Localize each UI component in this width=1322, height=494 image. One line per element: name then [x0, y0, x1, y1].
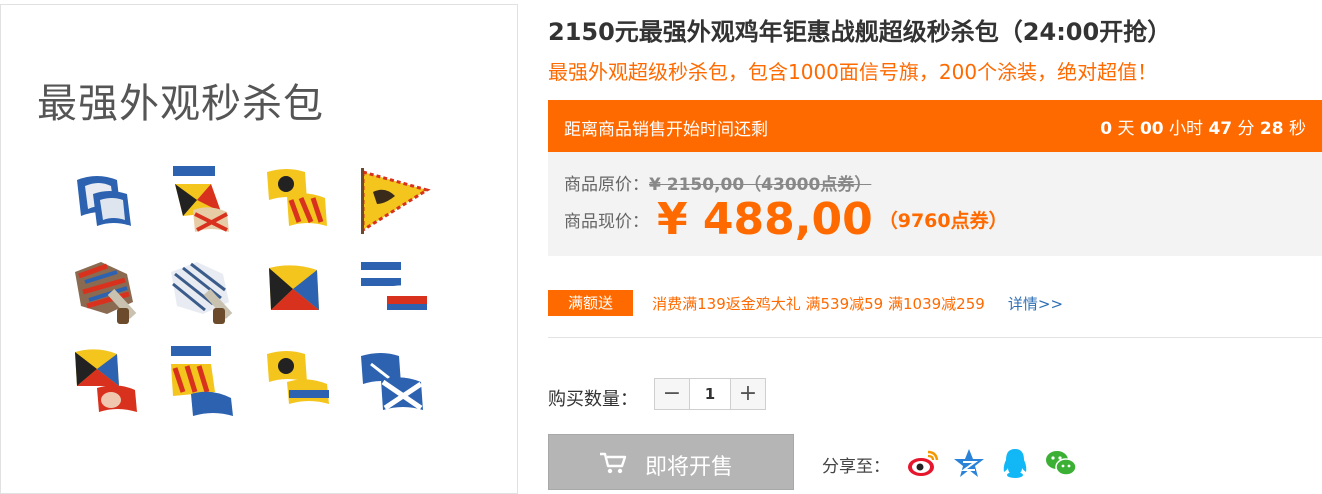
signal-flag-icon — [355, 160, 433, 238]
current-price-label: 商品现价： — [564, 212, 649, 232]
promo-detail-link[interactable]: 详情>> — [1008, 295, 1063, 313]
quantity-input[interactable] — [690, 379, 730, 409]
countdown-label: 距离商品销售开始时间还剩 — [564, 120, 768, 140]
countdown-bar: 距离商品销售开始时间还剩 0 天 00 小时 47 分 28 秒 — [548, 100, 1322, 152]
promo-text: 消费满139返金鸡大礼 满539减59 满1039减259 — [652, 294, 985, 313]
buy-button-label: 即将开售 — [645, 455, 734, 480]
countdown-minutes-unit: 分 — [1237, 119, 1255, 139]
original-price-label: 商品原价： — [564, 175, 649, 195]
signal-flag-icon — [67, 252, 145, 330]
product-image-panel: 最强外观秒杀包 — [0, 4, 518, 494]
signal-flag-icon — [163, 160, 241, 238]
signal-flag-icon — [259, 342, 337, 420]
countdown-seconds: 28 — [1259, 119, 1284, 139]
weibo-icon[interactable] — [906, 446, 940, 480]
product-image-title: 最强外观秒杀包 — [37, 81, 324, 127]
wechat-icon[interactable] — [1044, 446, 1078, 480]
divider — [548, 337, 1322, 338]
price-box: 商品原价：¥ 2150,00（43000点券） 商品现价： ¥ 488,00 （97… — [548, 152, 1322, 256]
promo-badge: 满额送 — [548, 290, 634, 316]
original-price-row: 商品原价：¥ 2150,00（43000点券） — [564, 170, 871, 195]
countdown-seconds-unit: 秒 — [1289, 119, 1306, 139]
signal-flag-icon — [355, 342, 433, 420]
qzone-icon[interactable] — [952, 446, 986, 480]
signal-flag-icon — [163, 252, 241, 330]
product-title: 2150元最强外观鸡年钜惠战舰超级秒杀包（24:00开抢） — [548, 18, 1172, 46]
quantity-stepper: − + — [654, 378, 766, 410]
quantity-increase-button[interactable]: + — [730, 379, 765, 409]
quantity-label: 购买数量： — [548, 389, 638, 410]
countdown-days-unit: 天 — [1117, 119, 1135, 139]
countdown-days: 0 — [1100, 119, 1113, 139]
original-price: ¥ 2150,00（43000点券） — [649, 175, 872, 195]
cart-icon — [600, 452, 627, 474]
signal-flag-icon — [355, 252, 433, 330]
current-price-points: （9760点券） — [878, 210, 1008, 232]
countdown-hours-unit: 小时 — [1169, 119, 1204, 139]
current-price: ¥ 488,00 — [657, 194, 873, 245]
share-label: 分享至： — [822, 457, 890, 477]
product-info-panel: 2150元最强外观鸡年钜惠战舰超级秒杀包（24:00开抢） 最强外观超级秒杀包，… — [548, 0, 1322, 494]
current-price-row: 商品现价： ¥ 488,00 （9760点券） — [564, 194, 1008, 245]
signal-flag-icon — [67, 160, 145, 238]
countdown-hours: 00 — [1139, 119, 1164, 139]
signal-flag-icon — [67, 342, 145, 420]
buy-button[interactable]: 即将开售 — [548, 434, 794, 490]
signal-flag-icon — [163, 342, 241, 420]
countdown-minutes: 47 — [1208, 119, 1233, 139]
signal-flag-icon — [259, 252, 337, 330]
qq-icon[interactable] — [998, 446, 1032, 480]
quantity-decrease-button[interactable]: − — [655, 379, 690, 409]
signal-flag-icon — [259, 160, 337, 238]
signal-flag-grid — [67, 160, 437, 420]
promo-row: 满额送 消费满139返金鸡大礼 满539减59 满1039减259 详情>> — [548, 290, 1063, 316]
countdown-timer: 0 天 00 小时 47 分 28 秒 — [1100, 114, 1306, 139]
product-subtitle: 最强外观超级秒杀包，包含1000面信号旗，200个涂装，绝对超值！ — [548, 60, 1158, 84]
